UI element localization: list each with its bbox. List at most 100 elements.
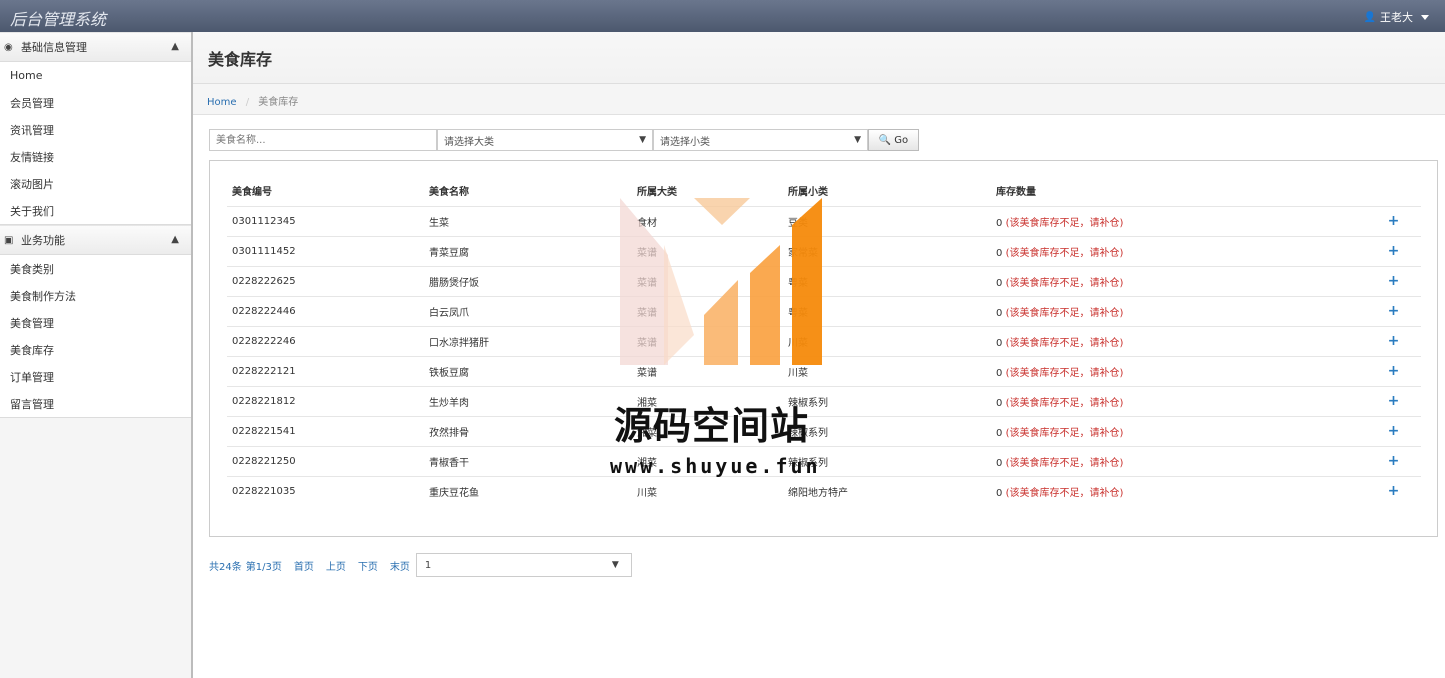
- cell-subcategory: 粤菜: [783, 295, 991, 326]
- quantity-value: 0: [996, 487, 1003, 499]
- add-stock-button[interactable]: +: [1361, 385, 1421, 416]
- stock-warning: (该美食库存不足，请补仓): [1005, 277, 1124, 289]
- add-stock-button[interactable]: +: [1361, 265, 1421, 296]
- cell-category: 菜谱: [632, 295, 783, 326]
- add-stock-button[interactable]: +: [1361, 355, 1421, 386]
- quantity-value: 0: [996, 277, 1003, 289]
- go-button[interactable]: 🔍 Go: [868, 129, 919, 151]
- food-name-input[interactable]: [209, 129, 437, 151]
- cell-id: 0228221250: [227, 445, 424, 476]
- cell-name: 铁板豆腐: [424, 355, 632, 386]
- user-menu[interactable]: 👤 王老大: [1364, 9, 1429, 25]
- plus-icon: +: [1387, 333, 1400, 349]
- stock-warning: (该美食库存不足，请补仓): [1005, 457, 1124, 469]
- cell-name: 生菜: [424, 205, 632, 236]
- cell-subcategory: 绵阳地方特产: [783, 475, 991, 506]
- cell-id: 0228221812: [227, 385, 424, 416]
- table-row: 0228221812 生炒羊肉 湘菜 辣椒系列 0 (该美食库存不足，请补仓) +: [227, 385, 1421, 416]
- add-stock-button[interactable]: +: [1361, 445, 1421, 476]
- main-content: 美食库存 Home / 美食库存 请选择大类 ▼ 请选择小类 ▼ 🔍 Go 美食…: [193, 32, 1445, 678]
- chevron-down-icon: ▼: [611, 560, 619, 570]
- sidebar-item-links[interactable]: 友情链接: [0, 143, 191, 170]
- breadcrumb-home[interactable]: Home: [207, 97, 237, 108]
- quantity-value: 0: [996, 337, 1003, 349]
- category-select[interactable]: 请选择大类 ▼: [437, 129, 653, 151]
- sidebar-item-food-recipe[interactable]: 美食制作方法: [0, 282, 191, 309]
- caret-down-icon: [1421, 14, 1429, 20]
- add-stock-button[interactable]: +: [1361, 235, 1421, 266]
- table-row: 0228222246 口水凉拌猪肝 菜谱 川菜 0 (该美食库存不足，请补仓) +: [227, 325, 1421, 356]
- sidebar-item-messages[interactable]: 留言管理: [0, 390, 191, 417]
- page-title: 美食库存: [208, 50, 273, 69]
- quantity-value: 0: [996, 247, 1003, 259]
- sidebar-group-title: 基础信息管理: [21, 41, 87, 54]
- sidebar-item-food-stock[interactable]: 美食库存: [0, 336, 191, 363]
- app-title: 后台管理系统: [10, 10, 107, 29]
- cell-name: 口水凉拌猪肝: [424, 325, 632, 356]
- sidebar-item-food-category[interactable]: 美食类别: [0, 255, 191, 282]
- add-stock-button[interactable]: +: [1361, 475, 1421, 506]
- add-stock-button[interactable]: +: [1361, 415, 1421, 446]
- pager-page: 第1/3页: [245, 561, 282, 573]
- quantity-value: 0: [996, 307, 1003, 319]
- quantity-value: 0: [996, 217, 1003, 229]
- column-header-subcategory: 所属小类: [788, 187, 828, 199]
- cell-name: 孜然排骨: [424, 415, 632, 446]
- table-row: 0228221035 重庆豆花鱼 川菜 绵阳地方特产 0 (该美食库存不足，请补仓) +: [227, 475, 1421, 506]
- page-select[interactable]: 1 ▼: [415, 553, 632, 577]
- table-header-row: 美食编号 美食名称 所属大类 所属小类 库存数量: [227, 176, 1421, 206]
- pager-next-link[interactable]: 下页: [358, 558, 378, 573]
- chevron-down-icon: ▼: [854, 135, 861, 145]
- chevron-up-icon: ▲: [171, 234, 179, 245]
- plus-icon: +: [1387, 243, 1400, 259]
- pager-last-link[interactable]: 末页: [390, 558, 410, 573]
- sidebar-item-orders[interactable]: 订单管理: [0, 363, 191, 390]
- briefcase-icon: ▣: [4, 234, 14, 246]
- sidebar-item-food-manage[interactable]: 美食管理: [0, 309, 191, 336]
- cell-subcategory: 川菜: [783, 325, 991, 356]
- sidebar-item-slider[interactable]: 滚动图片: [0, 170, 191, 197]
- cell-quantity: 0 (该美食库存不足，请补仓): [991, 265, 1361, 296]
- breadcrumb-separator: /: [245, 97, 250, 108]
- sidebar-item-home[interactable]: Home: [0, 62, 191, 89]
- cell-subcategory: 辣椒系列: [783, 385, 991, 416]
- cell-quantity: 0 (该美食库存不足，请补仓): [991, 475, 1361, 506]
- cell-id: 0228222246: [227, 325, 424, 356]
- cell-category: 菜谱: [632, 355, 783, 386]
- add-stock-button[interactable]: +: [1361, 205, 1421, 236]
- sidebar-item-news[interactable]: 资讯管理: [0, 116, 191, 143]
- cell-quantity: 0 (该美食库存不足，请补仓): [991, 355, 1361, 386]
- subcategory-select[interactable]: 请选择小类 ▼: [653, 129, 868, 151]
- pager-first-link[interactable]: 首页: [294, 558, 314, 573]
- cell-name: 生炒羊肉: [424, 385, 632, 416]
- sidebar-item-members[interactable]: 会员管理: [0, 89, 191, 116]
- cell-quantity: 0 (该美食库存不足，请补仓): [991, 445, 1361, 476]
- table-row: 0228222121 铁板豆腐 菜谱 川菜 0 (该美食库存不足，请补仓) +: [227, 355, 1421, 386]
- plus-icon: +: [1387, 273, 1400, 289]
- cell-quantity: 0 (该美食库存不足，请补仓): [991, 325, 1361, 356]
- plus-icon: +: [1387, 483, 1400, 500]
- cell-name: 重庆豆花鱼: [424, 475, 632, 506]
- go-button-label: Go: [894, 134, 909, 146]
- cell-category: 菜谱: [632, 265, 783, 296]
- column-header-id: 美食编号: [232, 187, 272, 199]
- pager-prev-link[interactable]: 上页: [326, 558, 346, 573]
- add-stock-button[interactable]: +: [1361, 295, 1421, 326]
- table-row: 0228221541 孜然排骨 湘菜 辣椒系列 0 (该美食库存不足，请补仓) +: [227, 415, 1421, 446]
- quantity-value: 0: [996, 397, 1003, 409]
- breadcrumb: Home / 美食库存: [193, 84, 1445, 115]
- cell-subcategory: 豆类: [783, 205, 991, 236]
- plus-icon: +: [1387, 453, 1400, 469]
- stock-warning: (该美食库存不足，请补仓): [1005, 487, 1124, 499]
- sidebar-group-basic[interactable]: ◉ 基础信息管理 ▲: [0, 32, 191, 62]
- chevron-up-icon: ▲: [171, 41, 179, 52]
- cell-category: 食材: [632, 205, 783, 236]
- cell-id: 0228222446: [227, 295, 424, 326]
- add-stock-button[interactable]: +: [1361, 325, 1421, 356]
- sidebar-group-business[interactable]: ▣ 业务功能 ▲: [0, 225, 191, 255]
- sidebar-item-about[interactable]: 关于我们: [0, 197, 191, 224]
- table-row: 0301112345 生菜 食材 豆类 0 (该美食库存不足，请补仓) +: [227, 205, 1421, 236]
- cell-category: 菜谱: [632, 235, 783, 266]
- page-header: 美食库存: [193, 32, 1445, 84]
- sidebar-group-title: 业务功能: [21, 234, 65, 247]
